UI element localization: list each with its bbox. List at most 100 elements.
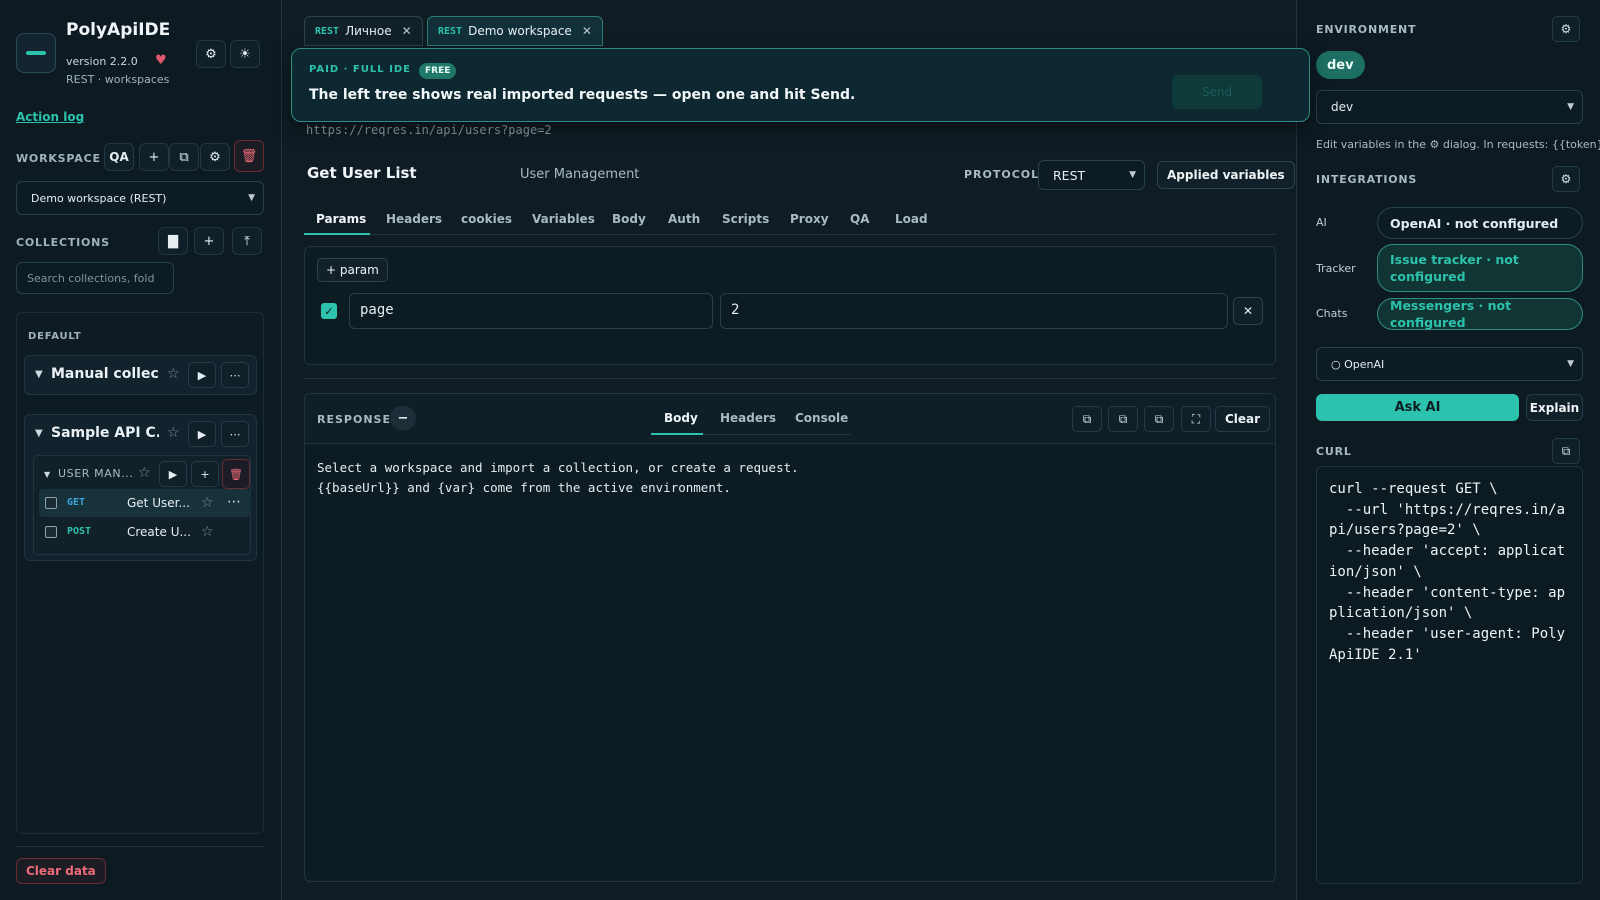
add-param-button[interactable]: + param: [317, 258, 388, 282]
ai-integration-pill[interactable]: OpenAI · not configured: [1377, 207, 1583, 239]
star-icon[interactable]: ☆: [167, 366, 180, 382]
star-icon[interactable]: ☆: [167, 425, 180, 441]
chevron-down-icon[interactable]: ▼: [44, 470, 50, 479]
new-folder-button[interactable]: ▇: [158, 227, 188, 255]
request-checkbox[interactable]: [45, 497, 57, 509]
ask-ai-button[interactable]: Ask AI: [1316, 394, 1519, 421]
copy-curl-button[interactable]: ⧉: [1552, 438, 1580, 464]
duplicate-workspace-button[interactable]: ⧉: [169, 143, 199, 171]
fullscreen-button[interactable]: ⛶: [1181, 406, 1211, 432]
more-icon[interactable]: ⋯: [227, 494, 241, 510]
collapse-response-button[interactable]: −: [390, 406, 416, 430]
param-key-input[interactable]: page: [349, 293, 713, 329]
tab-load[interactable]: Load: [895, 212, 928, 226]
request-item-get-user[interactable]: GET Get User... ☆ ⋯: [39, 489, 251, 517]
chats-integration-pill[interactable]: Messengers · not configured: [1377, 298, 1583, 330]
clear-response-button[interactable]: Clear: [1215, 406, 1271, 432]
tab-proxy[interactable]: Proxy: [790, 212, 829, 226]
request-checkbox[interactable]: [45, 526, 57, 538]
tab-cookies[interactable]: cookies: [461, 212, 512, 226]
heart-icon[interactable]: ♥: [155, 53, 167, 68]
close-icon[interactable]: ✕: [402, 24, 412, 38]
request-url[interactable]: https://reqres.in/api/users?page=2: [306, 123, 552, 137]
chevron-down-icon[interactable]: ▼: [35, 369, 43, 380]
tab-variables[interactable]: Variables: [532, 212, 595, 226]
close-icon[interactable]: ✕: [582, 24, 592, 38]
theme-toggle-button[interactable]: ☀: [230, 40, 260, 68]
tab-personal[interactable]: REST Личное ✕: [304, 16, 423, 46]
request-collection: User Management: [520, 167, 640, 182]
app-subtitle: REST · workspaces: [66, 73, 170, 86]
gear-icon: ⚙: [205, 46, 217, 62]
copy-icon: ⧉: [179, 149, 189, 165]
copy-all-button[interactable]: ⧉: [1144, 406, 1174, 432]
import-collection-button[interactable]: ⤒: [232, 227, 262, 255]
method-badge: POST: [67, 526, 92, 537]
collections-label: COLLECTIONS: [16, 236, 110, 249]
tab-body[interactable]: Body: [612, 212, 646, 226]
delete-workspace-button[interactable]: 🗑: [234, 140, 264, 172]
sun-icon: ☀: [239, 46, 251, 62]
param-value-input[interactable]: 2: [720, 293, 1228, 329]
tab-params[interactable]: Params: [316, 212, 366, 226]
close-icon: ✕: [1242, 304, 1254, 318]
integrations-settings-button[interactable]: ⚙: [1552, 166, 1580, 192]
applied-variables-button[interactable]: Applied variables: [1157, 161, 1295, 189]
copy-response-button[interactable]: ⧉: [1072, 406, 1102, 432]
tab-demo-workspace[interactable]: REST Demo workspace ✕: [427, 16, 603, 46]
plus-icon: +: [148, 149, 160, 165]
workspace-qa-button[interactable]: QA: [104, 143, 134, 171]
send-button[interactable]: Send: [1172, 75, 1262, 109]
response-tab-console[interactable]: Console: [795, 411, 848, 425]
explain-button[interactable]: Explain: [1526, 394, 1583, 421]
protocol-label: PROTOCOL: [964, 168, 1040, 181]
response-tab-body[interactable]: Body: [664, 411, 698, 425]
active-environment-badge[interactable]: dev: [1316, 51, 1365, 79]
collection-menu-button[interactable]: ⋯: [221, 362, 249, 388]
tab-auth[interactable]: Auth: [668, 212, 700, 226]
star-icon[interactable]: ☆: [138, 465, 151, 481]
star-icon[interactable]: ☆: [201, 524, 214, 540]
banner-tag: PAID · FULL IDE: [309, 64, 411, 75]
tab-qa[interactable]: QA: [850, 212, 870, 226]
add-request-button[interactable]: +: [191, 461, 219, 487]
add-workspace-button[interactable]: +: [139, 143, 169, 171]
star-icon[interactable]: ☆: [201, 495, 214, 511]
curl-output[interactable]: curl --request GET \ --url 'https://reqr…: [1316, 466, 1583, 884]
workspace-settings-button[interactable]: ⚙: [200, 143, 230, 171]
delete-folder-button[interactable]: 🗑: [222, 459, 250, 489]
tab-label: Demo workspace: [468, 24, 572, 38]
collection-manual[interactable]: ▼ Manual collec... ☆ ▶ ⋯: [24, 355, 257, 395]
request-title[interactable]: Get User List: [307, 164, 417, 182]
tab-protocol: REST: [315, 25, 340, 37]
action-log-link[interactable]: Action log: [16, 110, 84, 124]
response-tab-headers[interactable]: Headers: [720, 411, 776, 425]
request-item-create-user[interactable]: POST Create U... ☆: [39, 518, 251, 546]
workspace-select-value: Demo workspace (REST): [31, 191, 167, 205]
default-group-label: DEFAULT: [28, 331, 82, 342]
copy-headers-button[interactable]: ⧉: [1108, 406, 1138, 432]
section-divider: [304, 378, 1276, 379]
collections-search-input[interactable]: Search collections, fold: [16, 262, 174, 294]
ai-provider-select[interactable]: ○ OpenAI ▼: [1316, 347, 1583, 381]
tracker-integration-pill[interactable]: Issue tracker · not configured: [1377, 244, 1583, 292]
run-folder-button[interactable]: ▶: [159, 461, 187, 487]
tab-scripts[interactable]: Scripts: [722, 212, 769, 226]
settings-button[interactable]: ⚙: [196, 40, 226, 68]
run-collection-button[interactable]: ▶: [188, 362, 216, 388]
tab-protocol: REST: [438, 25, 463, 37]
chevron-down-icon[interactable]: ▼: [35, 428, 43, 439]
delete-param-button[interactable]: ✕: [1233, 297, 1263, 325]
workspace-select[interactable]: Demo workspace (REST) ▼: [16, 181, 264, 215]
app-name: PolyApiIDE: [66, 20, 171, 40]
collection-menu-button[interactable]: ⋯: [221, 421, 249, 447]
run-collection-button[interactable]: ▶: [188, 421, 216, 447]
protocol-select[interactable]: REST ▼: [1038, 160, 1145, 190]
environment-select[interactable]: dev ▼: [1316, 90, 1583, 124]
param-enabled-checkbox[interactable]: ✓: [321, 303, 337, 319]
environment-settings-button[interactable]: ⚙: [1552, 16, 1580, 42]
response-panel: RESPONSE − Body Headers Console ⧉ ⧉ ⧉ ⛶ …: [304, 393, 1276, 882]
tab-headers[interactable]: Headers: [386, 212, 442, 226]
clear-data-button[interactable]: Clear data: [16, 858, 106, 884]
add-collection-button[interactable]: +: [194, 227, 224, 255]
